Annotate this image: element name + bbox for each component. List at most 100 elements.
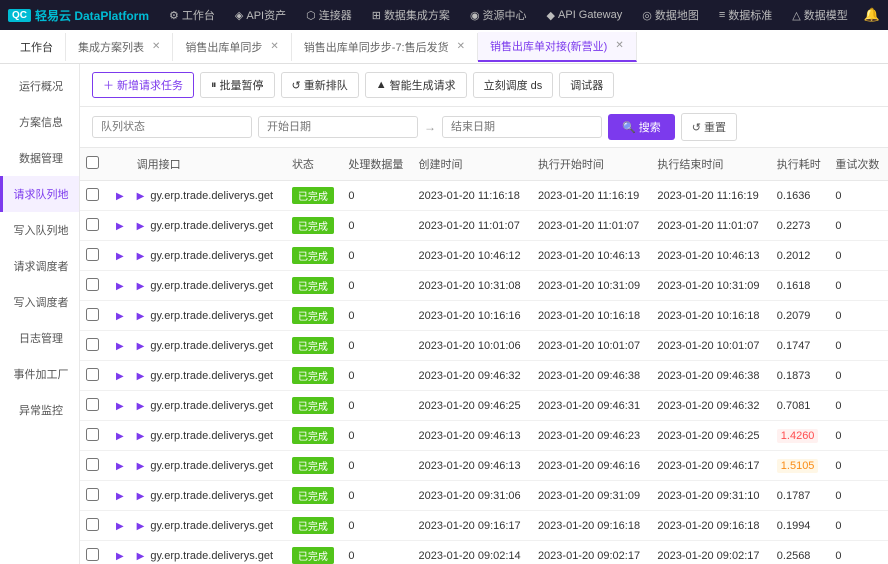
row-checkbox-cell — [80, 511, 110, 541]
elapsed-value: 1.5105 — [777, 459, 819, 473]
row-end-cell: 2023-01-20 11:01:07 — [651, 211, 770, 241]
row-checkbox[interactable] — [86, 548, 99, 561]
expand-icon[interactable]: ▶ — [116, 551, 124, 562]
iface-name: gy.erp.trade.deliverys.get — [150, 460, 273, 472]
reorder-button[interactable]: ↺ 重新排队 — [281, 72, 359, 98]
expand-icon[interactable]: ▶ — [116, 221, 124, 232]
sidebar-item-log[interactable]: 日志管理 — [0, 320, 79, 356]
expand-icon[interactable]: ▶ — [116, 521, 124, 532]
tab-close-icon[interactable]: ✕ — [152, 41, 160, 52]
row-expand-cell: ▶ — [110, 481, 131, 511]
sidebar-item-request-scheduler[interactable]: 请求调度者 — [0, 248, 79, 284]
tab-close-icon[interactable]: ✕ — [270, 41, 278, 52]
row-checkbox[interactable] — [86, 428, 99, 441]
expand-icon[interactable]: ▶ — [116, 401, 124, 412]
row-elapsed-cell: 1.4260 — [771, 421, 830, 451]
row-checkbox[interactable] — [86, 398, 99, 411]
row-expand-cell: ▶ — [110, 271, 131, 301]
expand-icon[interactable]: ▶ — [116, 461, 124, 472]
nav-resource[interactable]: ◉ 资源中心 — [462, 5, 535, 25]
tab-sales-step7[interactable]: 销售出库单同步步-7:售后发货 ✕ — [292, 33, 478, 61]
end-date-input[interactable] — [442, 116, 602, 138]
sidebar-item-data-mgmt[interactable]: 数据管理 — [0, 140, 79, 176]
row-checkbox[interactable] — [86, 278, 99, 291]
row-elapsed-cell: 0.1787 — [771, 481, 830, 511]
debugger-button[interactable]: 调试器 — [559, 72, 614, 98]
row-checkbox[interactable] — [86, 458, 99, 471]
sidebar-item-info[interactable]: 方案信息 — [0, 104, 79, 140]
row-retries-cell: 0 — [829, 391, 888, 421]
elapsed-value: 0.7081 — [777, 400, 811, 412]
row-checkbox[interactable] — [86, 188, 99, 201]
data-table-wrap: 调用接口 状态 处理数据量 创建时间 执行开始时间 执行结束时间 执行耗时 重试… — [80, 148, 888, 564]
expand-icon[interactable]: ▶ — [116, 431, 124, 442]
search-button[interactable]: 🔍 搜索 — [608, 114, 675, 140]
row-checkbox[interactable] — [86, 518, 99, 531]
iface-icon: ▶ — [137, 401, 145, 412]
row-elapsed-cell: 0.1747 — [771, 331, 830, 361]
ai-generate-button[interactable]: ▲ 智能生成请求 — [365, 72, 467, 98]
table-row: ▶ ▶ gy.erp.trade.deliverys.get 已完成 0 202… — [80, 541, 888, 564]
nav-api-gateway[interactable]: ◆ API Gateway — [539, 7, 631, 24]
row-created-cell: 2023-01-20 09:46:13 — [413, 451, 532, 481]
row-status-cell: 已完成 — [286, 541, 342, 564]
row-retries-cell: 0 — [829, 241, 888, 271]
iface-icon: ▶ — [137, 311, 145, 322]
nav-connector[interactable]: ⬡ 连接器 — [298, 5, 360, 25]
notification-bell-icon[interactable]: 🔔 — [864, 7, 880, 23]
tab-solution-list[interactable]: 集成方案列表 ✕ — [66, 33, 173, 61]
row-checkbox[interactable] — [86, 488, 99, 501]
row-iface-cell: ▶ gy.erp.trade.deliverys.get — [131, 331, 286, 361]
sidebar-item-monitor[interactable]: 异常监控 — [0, 392, 79, 428]
new-request-button[interactable]: ＋ 新增请求任务 — [92, 72, 194, 98]
queue-status-input[interactable] — [92, 116, 252, 138]
row-start-cell: 2023-01-20 09:46:38 — [532, 361, 651, 391]
nav-datamap[interactable]: ◎ 数据地图 — [634, 5, 707, 25]
sidebar-item-overview[interactable]: 运行概况 — [0, 68, 79, 104]
select-all-checkbox[interactable] — [86, 156, 99, 169]
sidebar-item-write-scheduler[interactable]: 写入调度者 — [0, 284, 79, 320]
tab-sales-new[interactable]: 销售出库单对接(新营业) ✕ — [478, 32, 637, 62]
status-badge: 已完成 — [292, 427, 334, 444]
start-date-input[interactable] — [258, 116, 418, 138]
status-badge: 已完成 — [292, 397, 334, 414]
row-count-cell: 0 — [342, 301, 412, 331]
row-checkbox[interactable] — [86, 248, 99, 261]
nav-datastandard[interactable]: ≡ 数据标准 — [711, 5, 780, 25]
expand-icon[interactable]: ▶ — [116, 311, 124, 322]
row-checkbox[interactable] — [86, 338, 99, 351]
tab-sales-sync[interactable]: 销售出库单同步 ✕ — [173, 33, 291, 61]
expand-icon[interactable]: ▶ — [116, 191, 124, 202]
nav-datamodel[interactable]: △ 数据模型 — [784, 5, 855, 25]
nav-workbench[interactable]: ⚙ 工作台 — [161, 5, 223, 25]
row-checkbox[interactable] — [86, 368, 99, 381]
row-status-cell: 已完成 — [286, 361, 342, 391]
expand-icon[interactable]: ▶ — [116, 281, 124, 292]
row-end-cell: 2023-01-20 09:16:18 — [651, 511, 770, 541]
row-checkbox[interactable] — [86, 218, 99, 231]
row-iface-cell: ▶ gy.erp.trade.deliverys.get — [131, 391, 286, 421]
nav-dataset[interactable]: ⊞ 数据集成方案 — [364, 5, 458, 25]
row-start-cell: 2023-01-20 10:16:18 — [532, 301, 651, 331]
table-row: ▶ ▶ gy.erp.trade.deliverys.get 已完成 0 202… — [80, 271, 888, 301]
sidebar-item-request-queue[interactable]: 请求队列地 — [0, 176, 79, 212]
expand-icon[interactable]: ▶ — [116, 371, 124, 382]
table-row: ▶ ▶ gy.erp.trade.deliverys.get 已完成 0 202… — [80, 211, 888, 241]
main-layout: 运行概况 方案信息 数据管理 请求队列地 写入队列地 请求调度者 写入调度者 日… — [0, 64, 888, 564]
row-count-cell: 0 — [342, 361, 412, 391]
iface-icon: ▶ — [137, 551, 145, 562]
tab-workbench[interactable]: 工作台 — [8, 33, 66, 61]
tab-close-icon[interactable]: ✕ — [457, 41, 465, 52]
sidebar-item-write-queue[interactable]: 写入队列地 — [0, 212, 79, 248]
expand-icon[interactable]: ▶ — [116, 491, 124, 502]
expand-icon[interactable]: ▶ — [116, 251, 124, 262]
sidebar-item-event[interactable]: 事件加工厂 — [0, 356, 79, 392]
tab-close-icon[interactable]: ✕ — [615, 40, 623, 51]
row-checkbox[interactable] — [86, 308, 99, 321]
status-badge: 已完成 — [292, 277, 334, 294]
schedule-ds-button[interactable]: 立刻调度 ds — [473, 72, 554, 98]
batch-stop-button[interactable]: ⏸ 批量暂停 — [200, 72, 275, 98]
reset-button[interactable]: ↺ 重置 — [681, 113, 737, 141]
nav-api[interactable]: ◈ API资产 — [227, 5, 294, 25]
expand-icon[interactable]: ▶ — [116, 341, 124, 352]
